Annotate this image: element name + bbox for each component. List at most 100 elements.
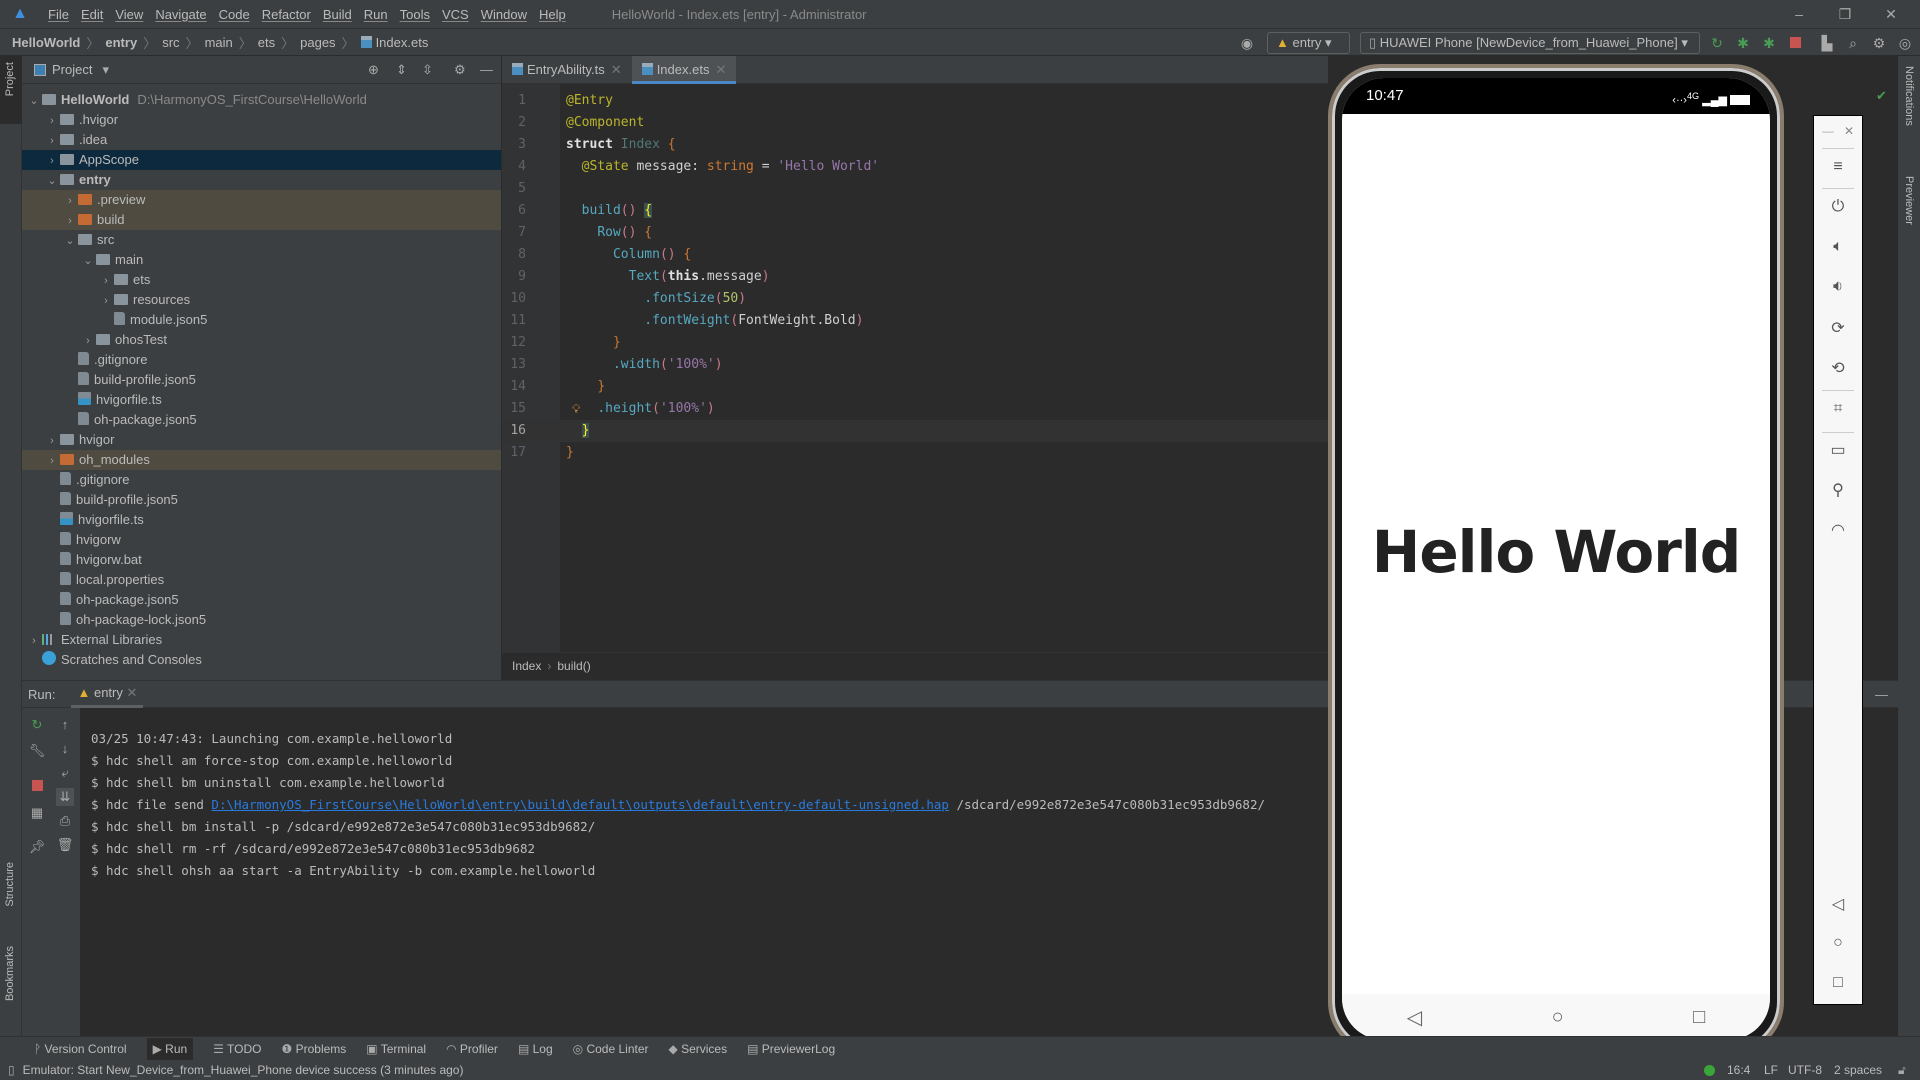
scroll-to-end-icon[interactable]: ⇊ (56, 788, 74, 806)
search-icon[interactable]: ⌕ (1844, 34, 1862, 52)
tree-item[interactable]: hvigorfile.ts (22, 510, 501, 530)
menu-vcs[interactable]: VCS (436, 7, 475, 22)
stop-icon[interactable] (28, 778, 46, 796)
minimize-button[interactable]: – (1776, 0, 1822, 28)
tab-index-ets[interactable]: Index.ets ✕ (631, 56, 737, 84)
expand-all-icon[interactable]: ⇕ (396, 62, 407, 78)
console-link[interactable]: D:\HarmonyOS_FirstCourse\HelloWorld\entr… (211, 797, 949, 812)
locate-icon[interactable]: ◉ (1238, 34, 1256, 52)
menu-icon[interactable]: ≡ (1814, 158, 1862, 176)
indent-setting[interactable]: 2 spaces (1834, 1063, 1882, 1077)
chevron-right-icon[interactable]: › (26, 631, 42, 651)
tool-services[interactable]: ◆ Services (669, 1042, 728, 1056)
tool-run[interactable]: ▶ Run (146, 1037, 194, 1060)
account-icon[interactable]: ◎ (1896, 34, 1914, 52)
power-icon[interactable]: ⏻ (1814, 198, 1862, 216)
tool-profiler[interactable]: ◠ Profiler (446, 1042, 498, 1056)
select-opened-file-icon[interactable]: ⊕ (368, 62, 379, 78)
run-config-select[interactable]: ▲ entry ▾ (1267, 32, 1350, 54)
editor-breadcrumb-item[interactable]: build() (557, 659, 590, 673)
lock-icon[interactable]: 🔓︎ (1898, 1063, 1906, 1078)
settings-gear-icon[interactable]: ⚙ (1870, 34, 1888, 52)
device-manager-icon[interactable]: ▙ (1818, 34, 1836, 52)
stop-icon[interactable] (1786, 34, 1804, 52)
menu-file[interactable]: File (42, 7, 75, 22)
tree-item[interactable]: ⌄ entry (22, 170, 501, 190)
line-separator[interactable]: LF (1764, 1063, 1778, 1077)
previewer-tool-button[interactable]: Previewer (1903, 176, 1915, 225)
settings-wrench-icon[interactable]: 🔧︎ (28, 742, 46, 760)
layout-icon[interactable]: ▦ (28, 804, 46, 822)
rerun-icon[interactable]: ↻ (1708, 34, 1726, 52)
hide-panel-icon[interactable]: — (480, 62, 493, 77)
tool-log[interactable]: ▤ Log (518, 1042, 553, 1056)
panel-options-gear-icon[interactable]: ⚙ (454, 62, 466, 78)
print-icon[interactable]: ⎙ (56, 812, 74, 830)
location-icon[interactable]: ⚲ (1814, 480, 1862, 500)
tool-version-control[interactable]: ᚹ Version Control (34, 1042, 127, 1056)
tree-item[interactable]: › build (22, 210, 501, 230)
tree-item[interactable]: build-profile.json5 (22, 490, 501, 510)
bookmarks-tool-button[interactable]: Bookmarks (4, 946, 16, 1001)
phone-screen[interactable]: 10:47 ‹··›4G ▂▄▆ Hello World ◁ ○ □ (1342, 78, 1770, 1040)
tree-item[interactable]: Scratches and Consoles (22, 650, 501, 670)
hide-panel-icon[interactable]: — (1875, 687, 1888, 702)
tree-item[interactable]: hvigorw (22, 530, 501, 550)
volume-up-icon[interactable]: 🔈︎ (1814, 238, 1862, 256)
screenshot-crop-icon[interactable]: ⌗ (1814, 400, 1862, 418)
rotate-left-icon[interactable]: ⟲ (1814, 358, 1862, 378)
tab-entryability-ts[interactable]: EntryAbility.ts ✕ (502, 56, 632, 84)
device-select[interactable]: ▯ HUAWEI Phone [NewDevice_from_Huawei_Ph… (1360, 32, 1700, 54)
file-encoding[interactable]: UTF-8 (1788, 1063, 1822, 1077)
menu-navigate[interactable]: Navigate (149, 7, 212, 22)
menu-tools[interactable]: Tools (394, 7, 436, 22)
tree-item[interactable]: local.properties (22, 570, 501, 590)
tree-item[interactable]: ⌄ main (22, 250, 501, 270)
rotate-right-icon[interactable]: ⟳ (1814, 318, 1862, 338)
breadcrumb-item[interactable]: main (205, 35, 233, 50)
chevron-right-icon[interactable]: › (44, 131, 60, 151)
tree-item[interactable]: › .idea (22, 130, 501, 150)
chevron-right-icon[interactable]: › (44, 151, 60, 171)
tree-item[interactable]: ⌄ HelloWorld D:\HarmonyOS_FirstCourse\Hell… (22, 90, 501, 110)
breadcrumb-item[interactable]: Index.ets (376, 35, 429, 50)
tree-item[interactable]: › External Libraries (22, 630, 501, 650)
breadcrumb-item[interactable]: src (162, 35, 179, 50)
tree-item[interactable]: › ohosTest (22, 330, 501, 350)
project-tool-button[interactable]: Project (0, 56, 22, 124)
menu-code[interactable]: Code (213, 7, 256, 22)
chevron-right-icon[interactable]: › (98, 291, 114, 311)
close-icon[interactable]: ✕ (1814, 124, 1862, 138)
recents-icon[interactable]: □ (1814, 974, 1862, 992)
tree-item[interactable]: .gitignore (22, 470, 501, 490)
recents-icon[interactable]: □ (1693, 1006, 1705, 1029)
close-tab-icon[interactable]: ✕ (715, 62, 726, 77)
menu-build[interactable]: Build (317, 7, 358, 22)
menu-help[interactable]: Help (533, 7, 572, 22)
menu-window[interactable]: Window (475, 7, 533, 22)
project-view-select[interactable]: Project (52, 62, 92, 77)
structure-tool-button[interactable]: Structure (4, 862, 16, 907)
home-icon[interactable]: ○ (1552, 1006, 1564, 1029)
volume-down-icon[interactable]: 🔉︎ (1814, 278, 1862, 296)
tree-item[interactable]: › .preview (22, 190, 501, 210)
tree-item[interactable]: oh-package.json5 (22, 410, 501, 430)
tree-item[interactable]: oh-package-lock.json5 (22, 610, 501, 630)
home-icon[interactable]: ○ (1814, 934, 1862, 952)
chevron-right-icon[interactable]: › (80, 331, 96, 351)
tree-item[interactable]: › oh_modules (22, 450, 501, 470)
tree-item[interactable]: build-profile.json5 (22, 370, 501, 390)
close-window-button[interactable]: ✕ (1868, 0, 1914, 28)
status-message[interactable]: Emulator: Start New_Device_from_Huawei_P… (23, 1063, 464, 1077)
up-arrow-icon[interactable]: ↑ (56, 716, 74, 734)
chevron-down-icon[interactable]: ▾ (102, 62, 109, 78)
breadcrumb-item[interactable]: pages (300, 35, 335, 50)
tool-problems[interactable]: ❶ Problems (282, 1042, 347, 1056)
tool-terminal[interactable]: ▣ Terminal (366, 1042, 426, 1056)
chevron-right-icon[interactable]: › (62, 211, 78, 231)
tool-code-linter[interactable]: ◎ Code Linter (573, 1042, 649, 1056)
tree-item[interactable]: hvigorw.bat (22, 550, 501, 570)
tree-item[interactable]: › AppScope (22, 150, 501, 170)
tree-item[interactable]: module.json5 (22, 310, 501, 330)
pin-icon[interactable]: 📌︎ (28, 838, 46, 856)
